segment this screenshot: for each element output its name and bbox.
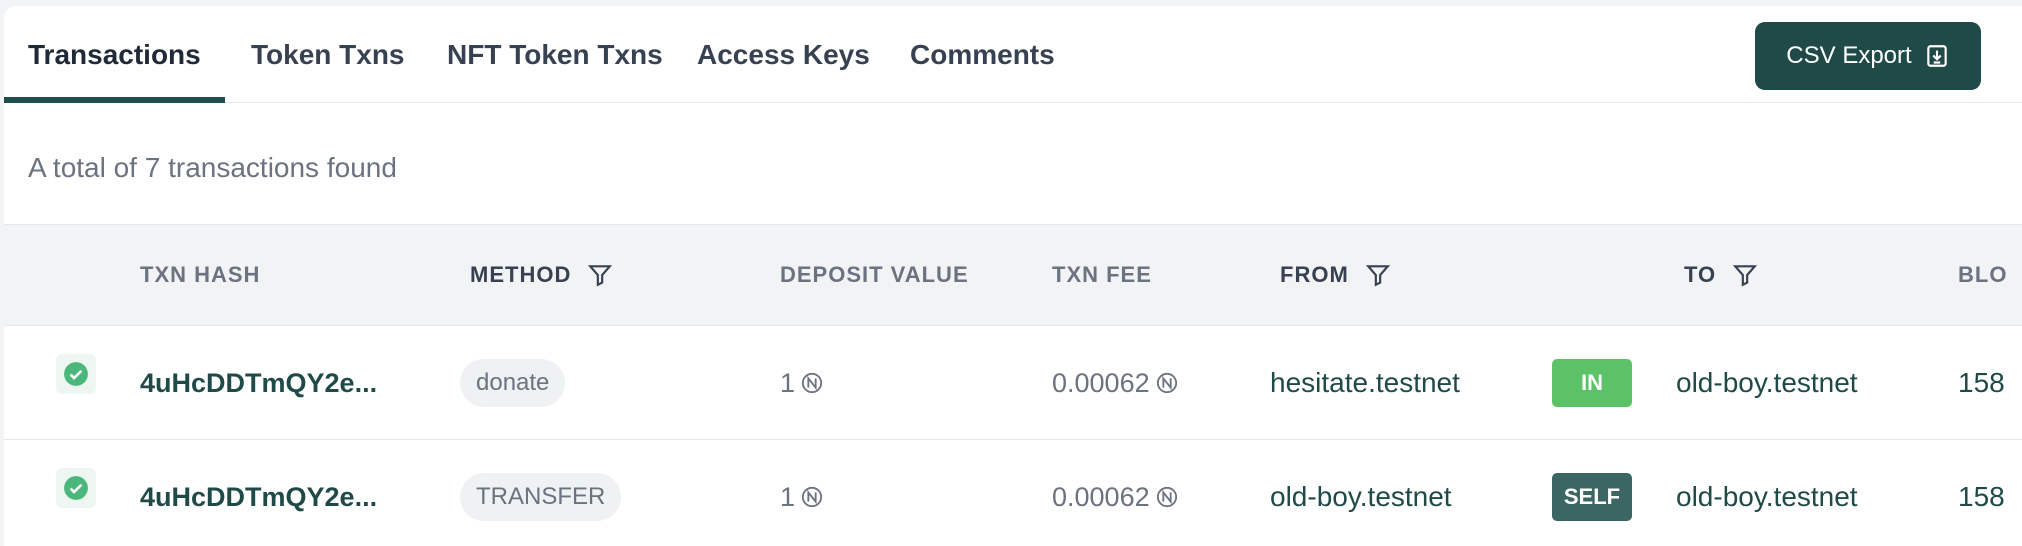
table-row: 4uHcDDTmQY2e... TRANSFER 1 0.00062 old-b…: [4, 440, 2022, 546]
filter-icon[interactable]: [587, 262, 613, 288]
from-address-link[interactable]: old-boy.testnet: [1270, 440, 1452, 546]
from-address-link[interactable]: hesitate.testnet: [1270, 326, 1460, 440]
download-icon: [1926, 45, 1947, 67]
status-badge: [56, 468, 96, 508]
csv-export-label: CSV Export: [1786, 42, 1912, 69]
to-address-link[interactable]: old-boy.testnet: [1676, 440, 1858, 546]
transactions-count: A total of 7 transactions found: [28, 152, 397, 183]
tab-comments[interactable]: Comments: [910, 6, 1055, 103]
near-token-icon: [1156, 372, 1177, 394]
tab-token-txns[interactable]: Token Txns: [251, 6, 405, 103]
tab-label: Token Txns: [251, 38, 405, 70]
direction-badge: SELF: [1552, 473, 1632, 521]
header-from: FROM: [1280, 225, 1391, 325]
tab-transactions[interactable]: Transactions: [4, 6, 225, 103]
direction-badge: IN: [1552, 359, 1632, 407]
header-method: METHOD: [470, 225, 613, 325]
success-check-icon: [64, 362, 88, 386]
header-txn-fee: TXN FEE: [1052, 262, 1152, 287]
deposit-value: 1: [780, 326, 823, 440]
txn-fee: 0.00062: [1052, 440, 1178, 546]
block-link[interactable]: 158: [1958, 440, 2005, 546]
status-badge: [56, 354, 96, 394]
direction-cell: IN: [1552, 326, 1632, 440]
direction-cell: SELF: [1552, 440, 1632, 546]
tab-label: Access Keys: [697, 38, 870, 70]
method-cell: donate: [460, 326, 566, 440]
block-link[interactable]: 158: [1958, 326, 2005, 440]
txn-fee: 0.00062: [1052, 326, 1178, 440]
header-deposit-value: DEPOSIT VALUE: [780, 262, 969, 287]
near-token-icon: [801, 486, 823, 508]
header-txn-hash: TXN HASH: [140, 262, 261, 287]
transactions-card: Transactions Token Txns NFT Token Txns A…: [4, 6, 2022, 546]
filter-icon[interactable]: [1732, 262, 1758, 288]
filter-icon[interactable]: [1365, 262, 1391, 288]
success-check-icon: [64, 476, 88, 500]
near-token-icon: [1156, 486, 1177, 508]
tab-label: Transactions: [28, 38, 201, 70]
tab-label: Comments: [910, 38, 1055, 70]
near-token-icon: [801, 372, 823, 394]
header-block: BLO: [1958, 262, 2008, 287]
method-cell: TRANSFER: [460, 440, 622, 546]
tab-nft-token-txns[interactable]: NFT Token Txns: [447, 6, 663, 103]
tab-label: NFT Token Txns: [447, 38, 663, 70]
txn-hash-link[interactable]: 4uHcDDTmQY2e...: [140, 326, 377, 440]
to-address-link[interactable]: old-boy.testnet: [1676, 326, 1858, 440]
txn-hash-link[interactable]: 4uHcDDTmQY2e...: [140, 440, 377, 546]
tab-bar: Transactions Token Txns NFT Token Txns A…: [4, 6, 2022, 103]
method-badge[interactable]: TRANSFER: [460, 473, 622, 521]
tab-access-keys[interactable]: Access Keys: [697, 6, 870, 103]
method-badge[interactable]: donate: [460, 359, 566, 407]
header-to: TO: [1684, 225, 1758, 325]
table-row: 4uHcDDTmQY2e... donate 1 0.00062 hesitat…: [4, 326, 2022, 440]
deposit-value: 1: [780, 440, 823, 546]
csv-export-button[interactable]: CSV Export: [1755, 22, 1981, 90]
table-header: TXN HASH METHOD DEPOSIT VALUE TXN FEE FR…: [4, 224, 2022, 326]
